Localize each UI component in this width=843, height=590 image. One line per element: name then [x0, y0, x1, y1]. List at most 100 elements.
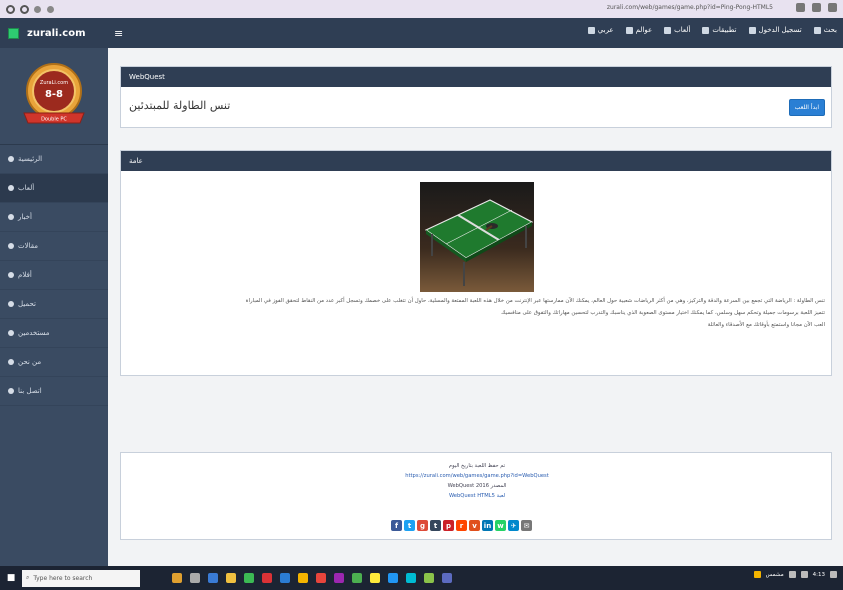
- app-icon[interactable]: [316, 573, 326, 583]
- nav-link-language[interactable]: عربي: [587, 26, 614, 34]
- bullet-icon: [8, 214, 14, 220]
- brand[interactable]: zurali.com: [0, 18, 108, 48]
- os-taskbar: ■ ⌕ Type here to search مشمس 4:13: [0, 566, 843, 590]
- sidebar-item-label: مستخدمين: [18, 329, 50, 337]
- app-icon[interactable]: [442, 573, 452, 583]
- brand-logo-icon: [8, 27, 19, 39]
- nav-link-games[interactable]: ألعاب: [664, 26, 690, 34]
- badge-emblem: ZuraLi.com 8-8 Double PC: [23, 63, 85, 124]
- page-title: تنس الطاولة للمبتدئين: [129, 99, 231, 112]
- app-icon[interactable]: [244, 573, 254, 583]
- app-icon[interactable]: [406, 573, 416, 583]
- email-icon[interactable]: ✉: [521, 520, 532, 531]
- sidebar-item-label: الرئيسية: [18, 155, 43, 163]
- sidebar-item[interactable]: مقالات: [0, 232, 108, 261]
- sidebar-menu: الرئيسية ألعاب أخبار مقالات أفلام تحميل مستخدم…: [0, 145, 108, 406]
- telegram-icon[interactable]: ✈: [508, 520, 519, 531]
- network-icon[interactable]: [788, 571, 796, 578]
- address-bar[interactable]: zurali.com/web/games/game.php?id=Ping-Po…: [607, 4, 773, 11]
- nav-link-label: تطبيقات: [712, 26, 737, 34]
- footer-line: تم حفظ اللعبة بتاريخ اليوم: [448, 463, 506, 469]
- sidebar-item[interactable]: اتصل بنا: [0, 377, 108, 406]
- more-icon[interactable]: [828, 3, 837, 12]
- back-icon[interactable]: [34, 5, 41, 13]
- linkedin-icon[interactable]: in: [482, 520, 493, 531]
- tumblr-icon[interactable]: t: [430, 520, 441, 531]
- reddit-icon[interactable]: r: [456, 520, 467, 531]
- nav-link-label: تسجيل الدخول: [758, 26, 802, 34]
- social-share-row: f t g t p r v in w ✈ ✉: [391, 520, 532, 531]
- nav-links: عربي عوالم ألعاب تطبيقات تسجيل الدخول بح…: [587, 26, 837, 34]
- task-view-icon[interactable]: [190, 573, 200, 583]
- twitter-icon[interactable]: t: [404, 520, 415, 531]
- bullet-icon: [8, 156, 14, 162]
- footer-link[interactable]: https://zurali.com/web/games/game.php?id…: [121, 473, 833, 479]
- forward-icon[interactable]: [47, 5, 54, 13]
- bullet-icon: [8, 359, 14, 365]
- search-icon: [813, 26, 821, 34]
- app-icon[interactable]: [334, 573, 344, 583]
- search-icon: ⌕: [26, 574, 30, 581]
- taskbar-apps: [172, 573, 452, 583]
- taskbar-search-input[interactable]: ⌕ Type here to search: [22, 569, 140, 587]
- windows-start-icon[interactable]: ■: [4, 566, 18, 590]
- description-paragraph: العب الآن مجانا واستمتع بأوقاتك مع الأصد…: [707, 322, 825, 328]
- app-icon[interactable]: [352, 573, 362, 583]
- menu-toggle-icon[interactable]: ≡: [114, 27, 123, 40]
- app-icon[interactable]: [172, 573, 182, 583]
- app-icon[interactable]: [208, 573, 218, 583]
- play-button[interactable]: ابدأ اللعب: [788, 99, 825, 116]
- extension-icon[interactable]: [812, 3, 821, 12]
- google-icon[interactable]: g: [417, 520, 428, 531]
- facebook-icon[interactable]: f: [391, 520, 402, 531]
- pinterest-icon[interactable]: p: [443, 520, 454, 531]
- app-icon[interactable]: [370, 573, 380, 583]
- nav-link-login[interactable]: تسجيل الدخول: [748, 26, 802, 34]
- footer-link[interactable]: WebQuest HTML5 لعبة: [121, 493, 833, 499]
- bullet-icon: [8, 272, 14, 278]
- apps-icon: [702, 26, 710, 34]
- sidebar-item[interactable]: أفلام: [0, 261, 108, 290]
- sidebar-item-label: مقالات: [18, 242, 39, 250]
- sidebar-item[interactable]: ألعاب: [0, 174, 108, 203]
- content-panel: عامة تنس الطاولة : الرياضة التي تجمع بين…: [120, 150, 832, 376]
- vk-icon[interactable]: v: [469, 520, 480, 531]
- nav-link-search[interactable]: بحث: [813, 26, 837, 34]
- nav-link-apps[interactable]: تطبيقات: [702, 26, 737, 34]
- game-thumbnail[interactable]: [420, 182, 534, 292]
- title-panel: WebQuest ابدأ اللعب تنس الطاولة للمبتدئي…: [120, 66, 832, 128]
- notification-icon[interactable]: [830, 571, 837, 578]
- nav-link-worlds[interactable]: عوالم: [625, 26, 652, 34]
- sidebar: ZuraLi.com 8-8 Double PC الرئيسية ألعاب أخ…: [0, 48, 108, 566]
- weather-icon[interactable]: [753, 571, 761, 578]
- folder-icon[interactable]: [226, 573, 236, 583]
- description-paragraph: تنس الطاولة : الرياضة التي تجمع بين السر…: [245, 298, 825, 304]
- sidebar-item-label: تحميل: [18, 300, 36, 308]
- sidebar-item[interactable]: تحميل: [0, 290, 108, 319]
- nav-link-label: ألعاب: [674, 26, 691, 34]
- app-icon[interactable]: [424, 573, 434, 583]
- system-tray: مشمس 4:13: [753, 571, 837, 578]
- user-icon: [748, 26, 756, 34]
- sidebar-item[interactable]: من نحن: [0, 348, 108, 377]
- sidebar-item[interactable]: الرئيسية: [0, 145, 108, 174]
- bookmark-icon[interactable]: [796, 3, 805, 12]
- clock[interactable]: 4:13: [813, 572, 825, 578]
- badge-line1: ZuraLi.com: [40, 80, 68, 86]
- sidebar-item[interactable]: أخبار: [0, 203, 108, 232]
- bullet-icon: [8, 301, 14, 307]
- sidebar-item[interactable]: مستخدمين: [0, 319, 108, 348]
- chrome-icon[interactable]: [262, 573, 272, 583]
- app-icon[interactable]: [298, 573, 308, 583]
- word-icon[interactable]: [280, 573, 290, 583]
- browser-actions: [796, 3, 837, 12]
- volume-icon[interactable]: [800, 571, 808, 578]
- app-icon[interactable]: [388, 573, 398, 583]
- reload-icon[interactable]: [6, 4, 15, 14]
- nav-link-label: بحث: [823, 26, 837, 34]
- sidebar-item-label: أفلام: [18, 271, 32, 279]
- site-badge: ZuraLi.com 8-8 Double PC: [0, 48, 108, 144]
- tab-icon[interactable]: [20, 4, 29, 14]
- whatsapp-icon[interactable]: w: [495, 520, 506, 531]
- sidebar-item-label: أخبار: [18, 213, 32, 221]
